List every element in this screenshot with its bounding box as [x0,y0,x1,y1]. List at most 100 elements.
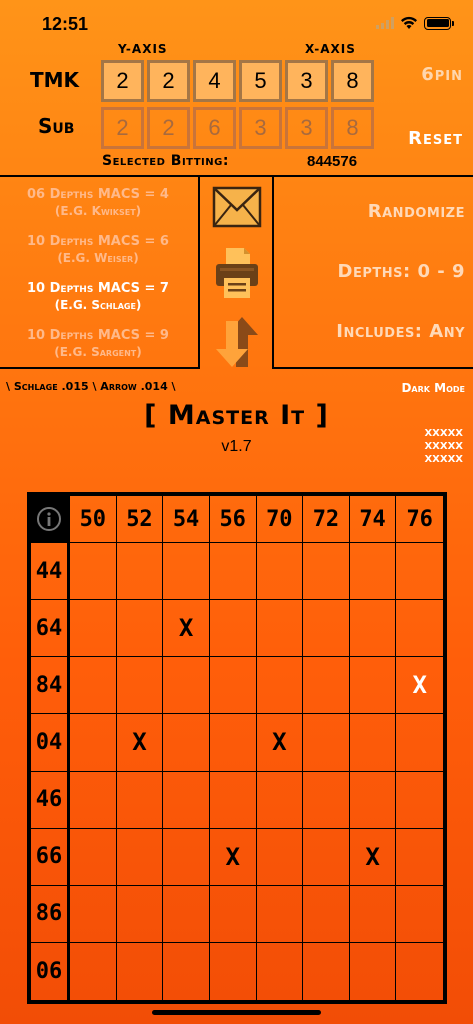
sub-pin-2[interactable]: 2 [147,107,190,149]
tmk-pin-4[interactable]: 5 [239,60,282,102]
grid-cell[interactable] [303,600,350,658]
dark-mode-toggle[interactable]: Dark Mode [401,381,465,395]
pin-count-button[interactable]: 6pin [421,64,463,85]
grid-cell[interactable] [256,885,304,943]
grid-cell[interactable] [303,771,350,829]
tmk-pin-6[interactable]: 8 [331,60,374,102]
grid-cell[interactable] [349,657,397,715]
grid-col-header: 50 [70,496,117,543]
grid-cell[interactable] [303,657,350,715]
grid-cell[interactable] [257,942,304,1000]
grid-cell[interactable] [210,942,257,1000]
grid-cell[interactable] [209,714,257,772]
grid-cell[interactable] [396,543,443,601]
grid-cell[interactable] [396,714,443,772]
sub-pin-4[interactable]: 3 [239,107,282,149]
tmk-pin-3[interactable]: 4 [193,60,236,102]
macs-option-title: 10 Depths MACS = 6 [27,234,169,249]
signal-icon [376,17,394,29]
grid-cell[interactable] [70,543,117,601]
grid-cell[interactable] [256,657,304,715]
grid-cell[interactable] [349,543,397,601]
randomize-button[interactable]: Randomize [368,201,465,222]
depths-button[interactable]: Depths: 0 - 9 [338,261,465,282]
includes-button[interactable]: Includes: Any [336,321,465,342]
grid-cell[interactable] [70,657,117,715]
tmk-pin-2[interactable]: 2 [147,60,190,102]
grid-cell[interactable] [303,714,350,772]
macs-option-4[interactable]: 06 Depths MACS = 4 (E.G. Kwikset) [3,186,193,220]
tmk-label: TMK [30,68,80,92]
sub-pin-1[interactable]: 2 [101,107,144,149]
grid-cell[interactable]: X [116,714,164,772]
grid-cell[interactable] [209,771,257,829]
grid-cell[interactable] [396,886,443,943]
reset-button[interactable]: Reset [408,128,463,149]
grid-cell[interactable] [116,771,164,829]
grid-cell[interactable] [303,885,350,943]
grid-cell[interactable] [349,885,397,943]
grid-cell[interactable] [163,885,210,943]
grid-cell[interactable] [303,942,350,1000]
grid-cell[interactable] [209,543,257,601]
grid-cell[interactable] [349,771,397,829]
grid-cell[interactable] [163,543,210,601]
grid-cell[interactable] [163,714,210,772]
grid-cell[interactable] [349,600,397,658]
swap-arrows-icon[interactable] [214,315,260,369]
grid-cell[interactable] [116,828,164,886]
selected-bitting-label: Selected Bitting: [102,153,229,169]
grid-cell[interactable]: X [163,600,210,658]
grid-cell[interactable] [163,828,210,886]
divider-bottom-right [272,367,473,369]
grid-cell[interactable] [303,543,350,601]
grid-cell[interactable] [209,657,257,715]
grid-cell[interactable] [209,885,257,943]
grid-cell[interactable] [256,771,304,829]
grid-cell[interactable] [163,657,210,715]
grid-cell[interactable] [70,714,117,772]
grid-cell[interactable] [163,942,210,1000]
grid-cell[interactable] [116,657,164,715]
print-icon[interactable] [214,246,260,300]
grid-cell[interactable] [350,942,397,1000]
macs-option-9[interactable]: 10 Depths MACS = 9 (E.G. Sargent) [3,327,193,361]
grid-cell[interactable] [116,600,164,658]
placeholder-lines: XXXXX XXXXX XXXXX [424,427,463,466]
grid-cell[interactable] [256,600,304,658]
grid-cell[interactable]: X [396,657,443,715]
grid-cell[interactable] [70,885,117,943]
grid-cell[interactable] [349,714,397,772]
grid-col-header: 76 [396,496,443,543]
grid-cell[interactable] [70,942,117,1000]
x-axis-label: X-AXIS [305,42,356,56]
sub-pin-6[interactable]: 8 [331,107,374,149]
grid-cell[interactable] [396,772,443,829]
sub-pin-3[interactable]: 6 [193,107,236,149]
grid-cell[interactable] [70,600,117,658]
grid-cell[interactable] [70,771,117,829]
grid-cell[interactable] [70,828,117,886]
grid-cell[interactable]: X [256,714,304,772]
tmk-pin-5[interactable]: 3 [285,60,328,102]
grid-cell[interactable]: X [209,828,257,886]
grid-cell[interactable] [396,829,443,886]
grid-cell[interactable] [256,543,304,601]
grid-cell[interactable] [209,600,257,658]
grid-cell[interactable] [116,885,164,943]
grid-cell[interactable] [256,828,304,886]
grid-cell[interactable] [163,771,210,829]
macs-option-7[interactable]: 10 Depths MACS = 7 (E.G. Schlage) [3,280,193,314]
grid-cell[interactable] [396,600,443,658]
grid-cell[interactable]: X [349,828,397,886]
tmk-pin-1[interactable]: 2 [101,60,144,102]
grid-cell[interactable] [396,943,443,1000]
grid-cell[interactable] [116,543,164,601]
macs-option-6[interactable]: 10 Depths MACS = 6 (E.G. Weiser) [3,233,193,267]
sub-pin-5[interactable]: 3 [285,107,328,149]
info-icon[interactable] [36,506,62,532]
grid-cell[interactable] [117,942,164,1000]
schlage-arrow-link[interactable]: \ Schlage .015 \ Arrow .014 \ [6,380,176,393]
email-icon[interactable] [212,186,262,228]
grid-cell[interactable] [303,828,350,886]
